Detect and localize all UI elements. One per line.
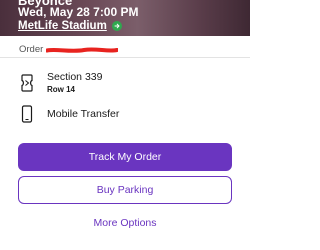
event-header: Beyoncé Wed, May 28 7:00 PM MetLife Stad… bbox=[0, 0, 250, 36]
arrow-icon bbox=[114, 23, 120, 29]
ticket-row: Row 14 bbox=[47, 85, 76, 94]
ticket-section: Section 339 bbox=[47, 71, 103, 83]
order-number-redaction bbox=[46, 46, 119, 53]
delivery-info-row: Mobile Transfer bbox=[19, 103, 119, 125]
ticket-icon bbox=[19, 72, 35, 94]
venue-link[interactable]: MetLife Stadium bbox=[18, 20, 107, 32]
order-details-screen: Beyoncé Wed, May 28 7:00 PM MetLife Stad… bbox=[0, 0, 250, 250]
track-order-button[interactable]: Track My Order bbox=[18, 143, 232, 171]
buy-parking-button[interactable]: Buy Parking bbox=[18, 176, 232, 204]
more-options-link[interactable]: More Options bbox=[0, 217, 250, 229]
venue-row: MetLife Stadium bbox=[18, 20, 122, 32]
mobile-phone-icon bbox=[19, 103, 35, 125]
delivery-method: Mobile Transfer bbox=[47, 108, 120, 120]
ticket-info-row: Section 339 Row 14 bbox=[19, 71, 102, 94]
event-datetime: Wed, May 28 7:00 PM bbox=[18, 5, 139, 19]
order-number-row: Order bbox=[19, 44, 119, 55]
venue-map-icon[interactable] bbox=[111, 21, 122, 31]
divider bbox=[0, 57, 250, 58]
order-label: Order bbox=[19, 44, 44, 55]
